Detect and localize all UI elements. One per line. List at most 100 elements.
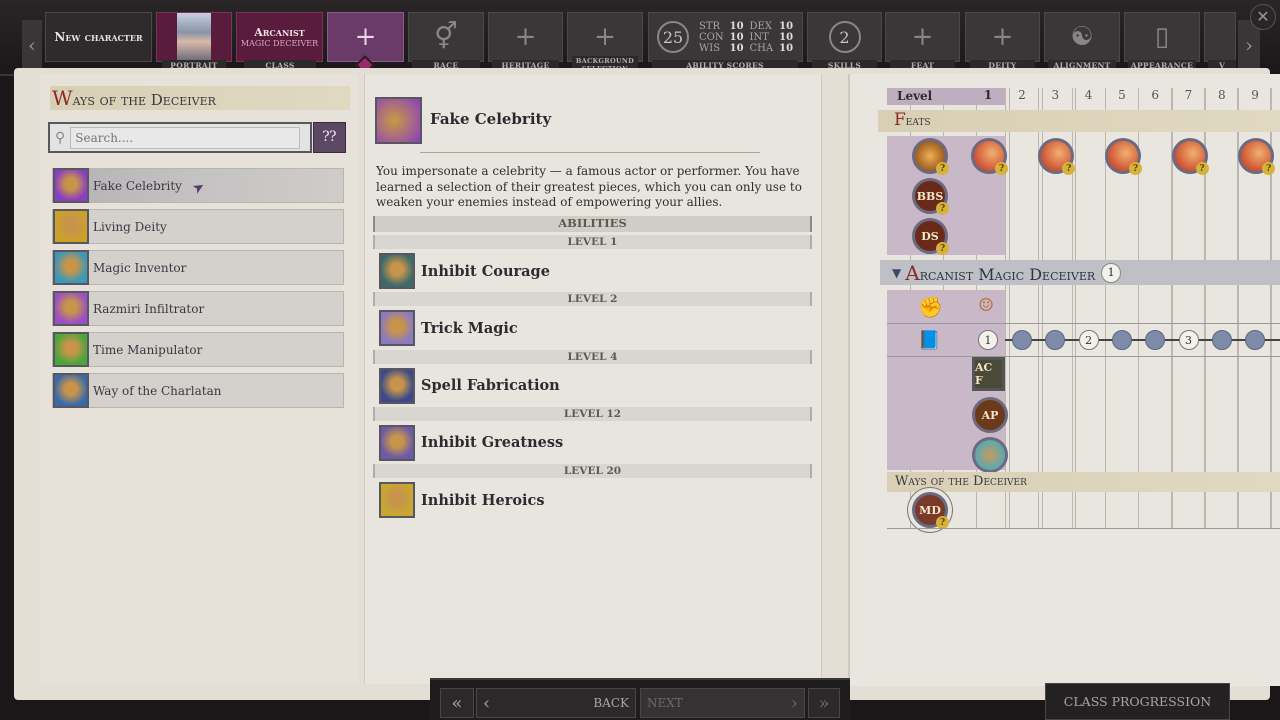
row-divider [887,356,1280,357]
tab-feat[interactable]: + [885,12,960,62]
search-box: ⚲ [48,122,312,153]
help-button[interactable]: ⁇ [313,122,346,153]
ability-name: Inhibit Heroics [421,491,545,509]
question-badge-icon: ? [1262,162,1276,175]
question-badge-icon: ? [1195,162,1209,175]
ability-level-header: LEVEL 20 [373,464,812,479]
ability-icon [379,253,415,289]
mirror-icon: ▯ [1154,22,1170,52]
spell-level-node [1012,330,1032,350]
level-column-header: 1 [983,88,993,102]
new-character-button[interactable]: New character [45,12,152,62]
ability-level-header: LEVEL 4 [373,349,812,364]
head-icon: ☺ [978,295,995,316]
ability-item[interactable]: Inhibit Heroics [379,482,545,519]
feat-slot[interactable]: ? [1171,138,1209,175]
level-column-header: 5 [1118,88,1126,102]
feat-slot[interactable]: ? [1038,138,1076,175]
feat-icon-bbs[interactable]: BBS? [912,178,949,215]
ability-name: Inhibit Greatness [421,434,564,452]
first-button[interactable]: « [440,688,474,718]
tab-appearance[interactable]: ▯ [1124,12,1200,62]
spell-level-node: 3 [1178,330,1199,350]
feat-slot[interactable]: ? [1238,138,1276,175]
ability-level-header: LEVEL 1 [373,235,812,249]
ability-name: Inhibit Courage [421,262,550,280]
abilities-header: ABILITIES [373,216,812,232]
row-divider [887,323,1280,324]
class-level-badge: 1 [1101,262,1122,283]
plus-icon: + [911,22,934,52]
feat-slot[interactable]: ? [1104,138,1142,175]
ability-item[interactable]: Inhibit Greatness [379,424,564,461]
class-header: ▼ Arcanist Magic Deceiver 1 [880,260,1280,285]
feat-icon-ds[interactable]: DS? [912,218,949,255]
feats-header: Feats [878,110,1280,132]
collapse-chevron-icon[interactable]: ▼ [892,266,901,280]
ornament-divider [420,152,760,153]
class-progression-button[interactable]: CLASS PROGRESSION [1045,683,1230,720]
ways-header: Ways of the Deceiver [887,472,1280,492]
archetype-name: Fake Celebrity [93,178,182,193]
ability-icon [379,424,415,461]
plus-icon: + [514,22,537,52]
tab-deity[interactable]: + [965,12,1040,62]
archetype-list-item[interactable]: Magic Inventor [52,250,344,285]
next-button[interactable]: NEXT › [640,688,805,718]
ways-feature-md[interactable]: MD? [912,492,949,529]
last-button[interactable]: » [808,688,840,718]
class-feature-ap[interactable]: AP [972,397,1008,433]
back-button[interactable]: ‹ BACK [476,688,636,718]
alignment-icon: ☯ [1070,22,1094,52]
ability-item[interactable]: Spell Fabrication [379,367,560,404]
ability-level-header: LEVEL 2 [373,292,812,307]
question-badge-icon: ? [936,162,949,175]
archetype-list-item[interactable]: Time Manipulator [52,332,344,367]
tab-heritage[interactable]: + [488,12,563,62]
tab-background[interactable]: + [567,12,643,62]
chevron-right-icon: › [790,692,798,714]
ability-icon [379,482,415,519]
ability-item[interactable]: Trick Magic [379,310,518,347]
search-input[interactable] [70,126,301,149]
level-column-header: 4 [1084,88,1093,102]
archetype-list-item[interactable]: Way of the Charlatan [52,373,344,408]
tab-skills[interactable]: 2 [807,12,882,62]
class-feature-acf[interactable]: AC F [972,357,1005,391]
feat-icon-bonus[interactable]: ? [912,138,949,175]
tab-voice[interactable] [1204,12,1236,62]
archetype-name: Living Deity [93,219,167,234]
close-icon[interactable]: ✕ [1250,4,1276,30]
search-icon: ⚲ [55,129,66,146]
archetype-name: Razmiri Infiltrator [93,301,205,316]
archetype-list-item[interactable]: Razmiri Infiltrator [52,291,344,326]
detail-description: You impersonate a celebrity — a famous a… [376,164,802,209]
scroll-left-button[interactable]: ‹ [22,20,42,70]
spell-level-node [1211,330,1232,350]
ability-level-header: LEVEL 12 [373,406,812,421]
archetype-name: Way of the Charlatan [93,383,222,398]
tab-portrait[interactable] [156,12,232,62]
tab-archetype-current[interactable]: + [327,12,404,62]
ability-icon [379,310,415,347]
question-badge-icon: ? [936,242,949,255]
class-feature-arcane[interactable] [972,437,1008,473]
level-column-header: 9 [1251,88,1259,102]
tab-ability-scores[interactable]: 25 STR 10 DEX 10 CON 10 INT 10 WIS 10 CHA 10 [648,12,803,62]
tab-class[interactable]: Arcanist MAGIC DECEIVER [236,12,323,62]
ability-item[interactable]: Inhibit Courage [379,253,550,289]
feat-slot[interactable]: ? [971,138,1008,175]
question-badge-icon: ? [936,202,949,215]
tab-alignment[interactable]: ☯ [1044,12,1120,62]
archetype-list-item[interactable]: Living Deity [52,209,344,244]
spell-level-node [1111,330,1132,350]
plus-icon: + [354,22,377,52]
level-column-header: 3 [1051,88,1060,102]
skill-points-counter: 2 [828,21,861,53]
archetype-icon [53,332,89,367]
archetype-name: Magic Inventor [93,260,187,275]
spell-level-node: 2 [1078,330,1099,350]
question-badge-icon: ? [1128,162,1142,175]
tab-race[interactable]: ⚥ [408,12,484,62]
fist-icon: ✊ [918,295,943,319]
